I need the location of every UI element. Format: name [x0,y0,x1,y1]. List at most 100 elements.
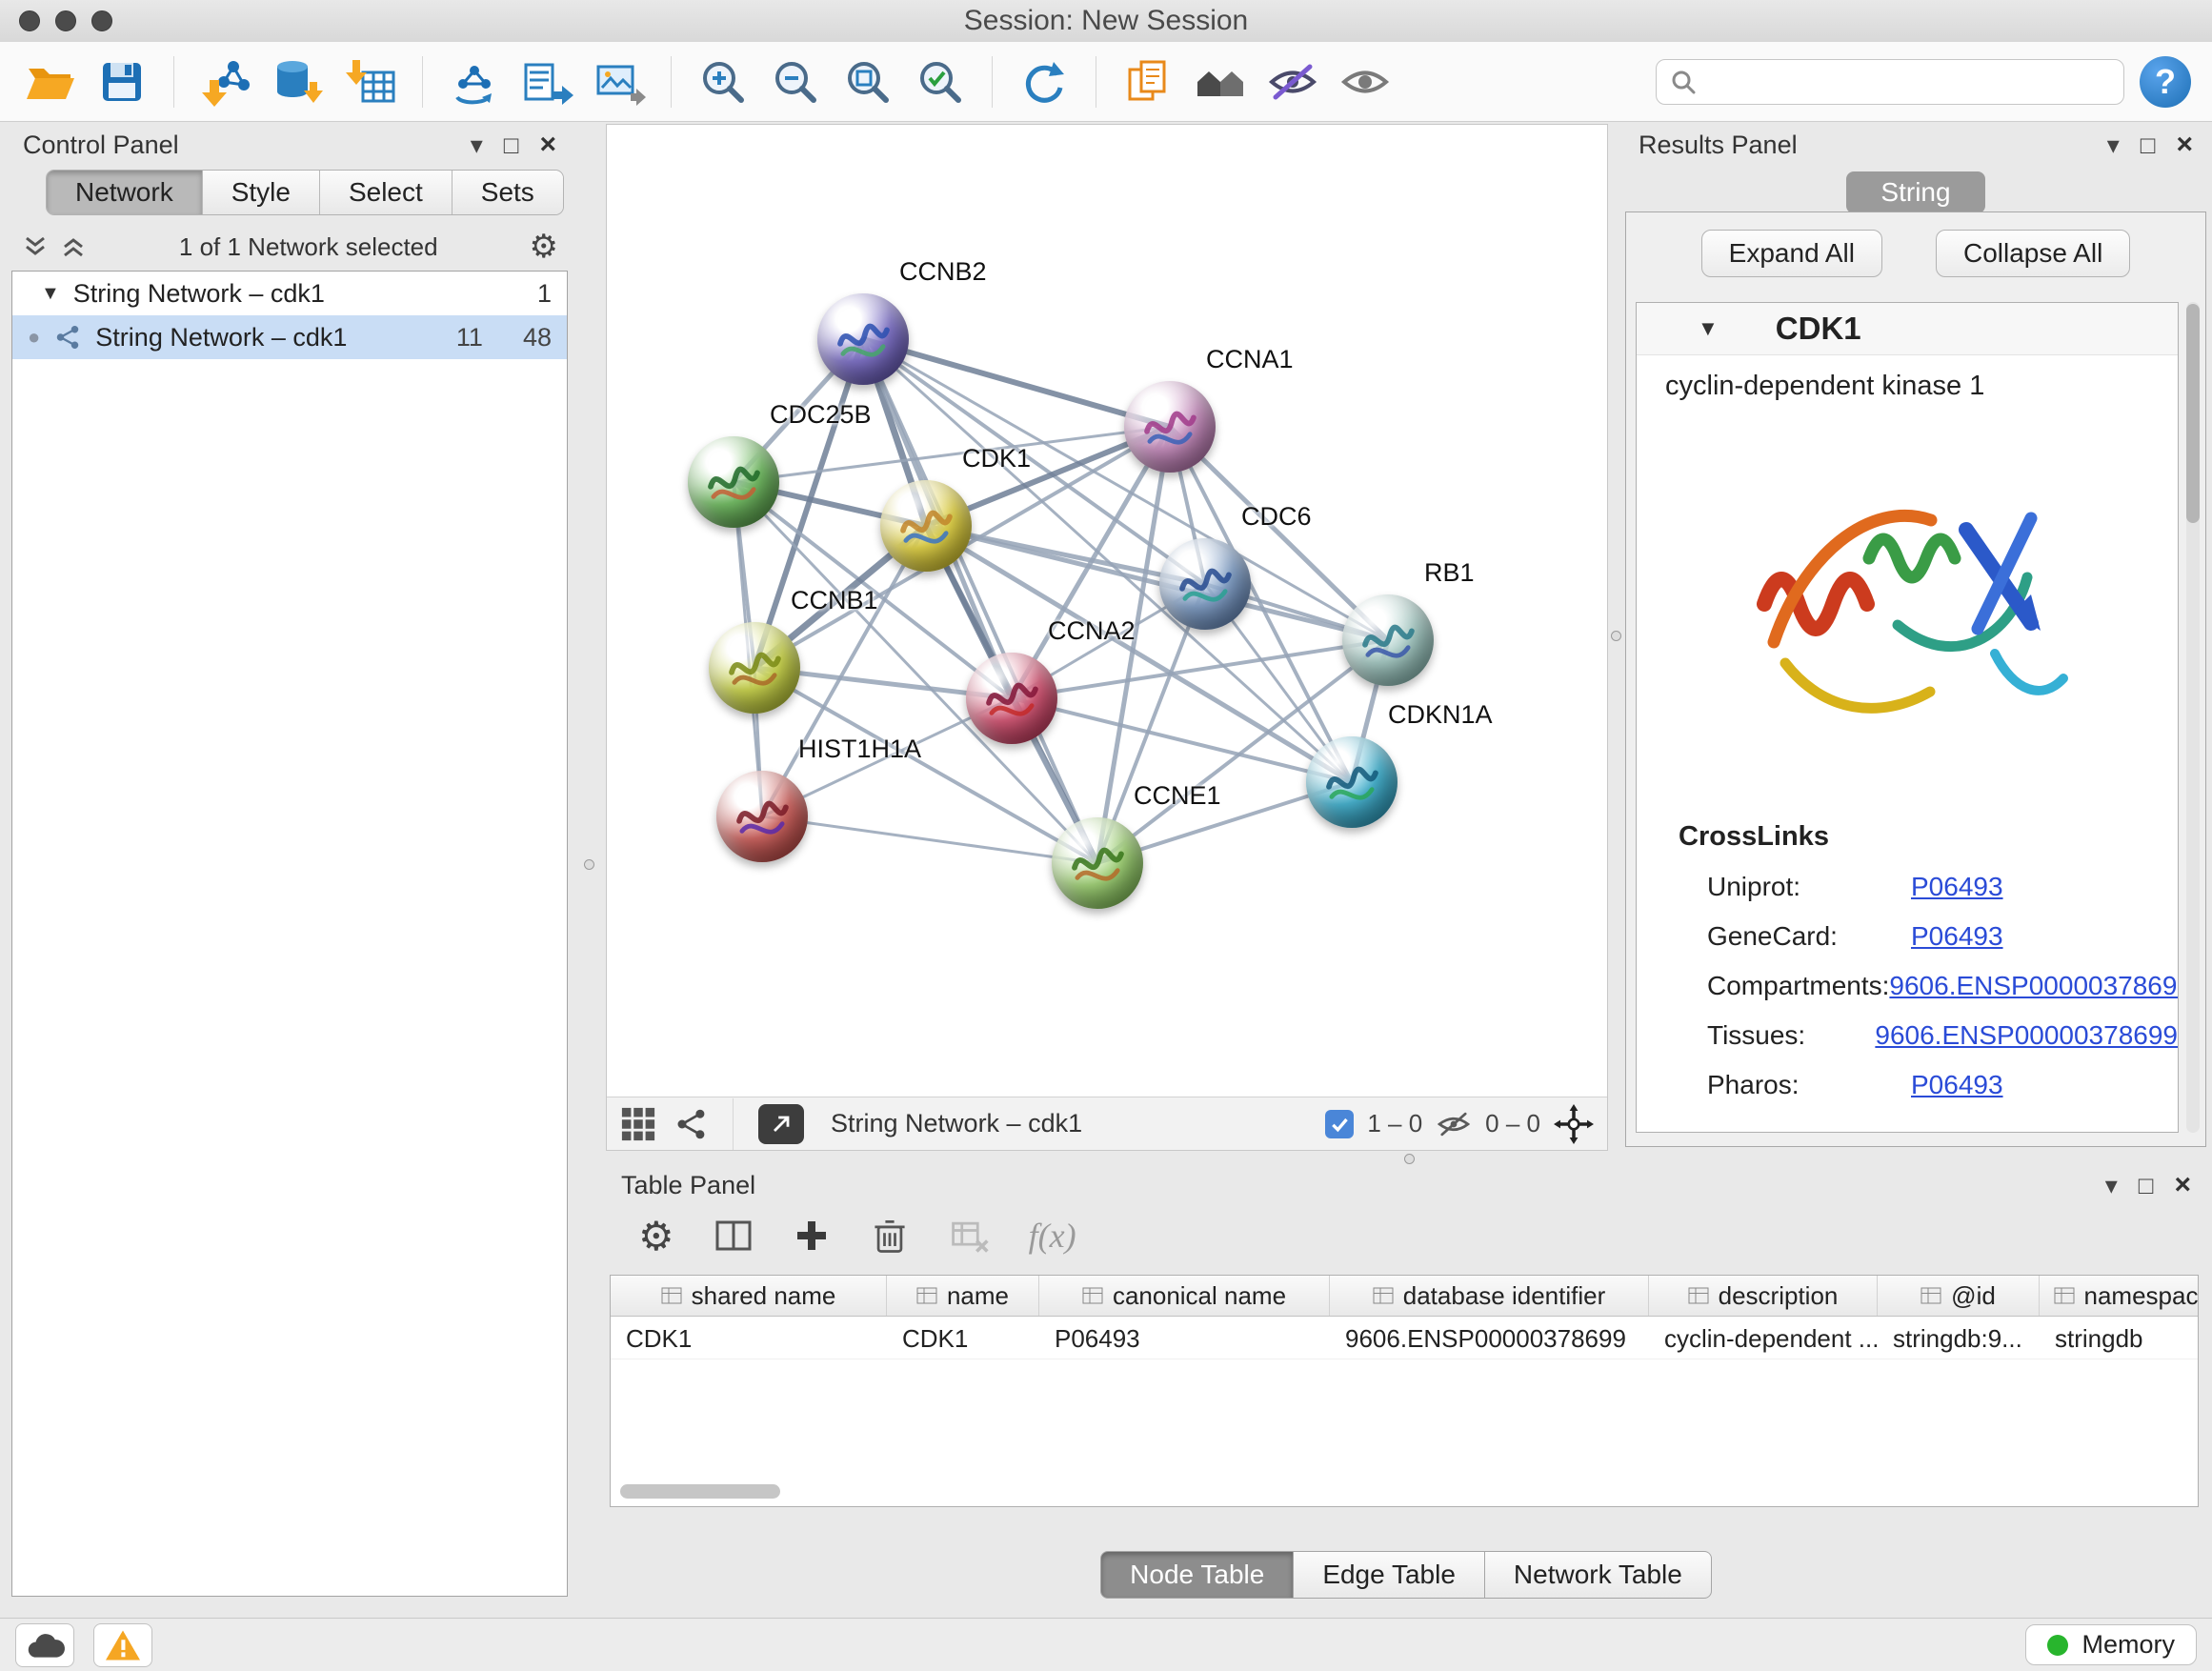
network-canvas[interactable]: CCNB2CCNA1CDC25BCDK1CDC6RB1CCNB1CCNA2CDK… [607,125,1607,1097]
close-panel-icon[interactable]: × [2176,131,2193,159]
network-node-rb1[interactable] [1342,594,1434,686]
network-node-ccne1[interactable] [1052,817,1143,909]
collapse-all-button[interactable]: Collapse All [1936,230,2130,277]
function-builder-button[interactable]: f(x) [1029,1216,1076,1256]
crosslink-value[interactable]: 9606.ENSP00000378699 [1875,1020,2178,1051]
table-cell-shared-name[interactable]: CDK1 [611,1317,887,1359]
help-button[interactable]: ? [2140,56,2191,108]
network-edge[interactable] [926,526,1388,640]
tab-select[interactable]: Select [320,171,452,214]
network-node-cdc25b[interactable] [688,436,779,528]
table-settings-gear-icon[interactable]: ⚙ [638,1213,674,1259]
tab-string[interactable]: String [1846,171,1984,213]
save-session-button[interactable] [93,53,151,111]
expand-all-button[interactable]: Expand All [1701,230,1882,277]
table-cell-namespac[interactable]: stringdb [2040,1317,2199,1359]
hide-selected-button[interactable] [1264,53,1321,111]
tab-network-table[interactable]: Network Table [1485,1551,1712,1599]
maximize-panel-icon[interactable]: □ [2141,132,2156,157]
column-header-shared-name[interactable]: shared name [611,1276,887,1316]
right-splitter-handle[interactable] [1611,631,1621,641]
zoom-fit-button[interactable] [839,53,896,111]
network-collection-row[interactable]: ▼ String Network – cdk1 1 [12,272,567,315]
search-input[interactable] [1706,66,2110,97]
table-cell-canonical-name[interactable]: P06493 [1039,1317,1330,1359]
pan-crosshair-icon[interactable] [1554,1104,1594,1144]
bottom-splitter-handle[interactable] [1404,1154,1415,1164]
window-close-button[interactable] [19,10,40,31]
crosslink-value[interactable]: P06493 [1911,1070,2003,1100]
network-node-cdk1[interactable] [880,480,972,572]
warnings-button[interactable] [93,1623,152,1667]
import-table-button[interactable] [342,53,399,111]
network-row[interactable]: ● String Network – cdk1 11 48 [12,315,567,359]
column-header-name[interactable]: name [887,1276,1039,1316]
export-network-button[interactable] [518,53,575,111]
zoom-in-button[interactable] [694,53,752,111]
network-node-hist1h1a[interactable] [716,771,808,862]
maximize-panel-icon[interactable]: □ [504,132,519,157]
maximize-panel-icon[interactable]: □ [2139,1173,2154,1198]
show-columns-icon[interactable] [713,1215,754,1257]
column-header-canonical-name[interactable]: canonical name [1039,1276,1330,1316]
column-header-description[interactable]: description [1649,1276,1878,1316]
table-cell-description[interactable]: cyclin-dependent ... [1649,1317,1878,1359]
crosslink-value[interactable]: P06493 [1911,872,2003,902]
tab-node-table[interactable]: Node Table [1100,1551,1294,1599]
crosslink-value[interactable]: P06493 [1911,921,2003,952]
crosslink-value[interactable]: 9606.ENSP00000378699 [1889,971,2179,1001]
share-network-icon[interactable] [674,1107,708,1141]
delete-column-icon[interactable] [869,1215,911,1257]
tab-edge-table[interactable]: Edge Table [1294,1551,1485,1599]
tab-network[interactable]: Network [47,171,203,214]
import-network-database-button[interactable] [270,53,327,111]
window-minimize-button[interactable] [55,10,76,31]
column-header--id[interactable]: @id [1878,1276,2040,1316]
network-node-cdkn1a[interactable] [1306,736,1398,828]
disclosure-triangle-icon[interactable]: ▼ [41,283,60,305]
clone-network-button[interactable] [446,53,503,111]
float-panel-icon[interactable]: ▾ [2107,132,2120,157]
network-edge[interactable] [762,816,1097,863]
tab-style[interactable]: Style [203,171,320,214]
zoom-out-button[interactable] [767,53,824,111]
expand-all-icon[interactable] [59,232,88,261]
add-column-icon[interactable] [793,1217,831,1255]
column-header-database-identifier[interactable]: database identifier [1330,1276,1649,1316]
zoom-selected-button[interactable] [912,53,969,111]
results-scrollbar[interactable] [2186,302,2200,1133]
network-node-ccna1[interactable] [1124,381,1216,473]
float-panel-icon[interactable]: ▾ [2105,1173,2118,1198]
disclosure-triangle-icon[interactable]: ▼ [1698,316,1719,341]
network-edge[interactable] [863,339,1097,863]
left-splitter-handle[interactable] [584,859,594,870]
gene-card-header[interactable]: ▼ CDK1 [1637,303,2178,355]
tab-sets[interactable]: Sets [452,171,563,214]
open-session-button[interactable] [21,53,78,111]
gear-icon[interactable]: ⚙ [530,228,558,266]
copy-document-button[interactable] [1119,53,1176,111]
table-cell--id[interactable]: stringdb:9... [1878,1317,2040,1359]
first-neighbors-button[interactable] [1192,53,1249,111]
birds-eye-view-icon[interactable] [620,1106,656,1142]
results-scrollbar-thumb[interactable] [2186,304,2200,523]
network-node-ccna2[interactable] [966,653,1057,744]
refresh-view-button[interactable] [1016,53,1073,111]
memory-button[interactable]: Memory [2025,1624,2197,1665]
table-row[interactable]: CDK1CDK1P064939606.ENSP00000378699cyclin… [611,1317,2198,1359]
cloud-status-button[interactable] [15,1623,74,1667]
show-all-button[interactable] [1337,53,1394,111]
table-cell-database-identifier[interactable]: 9606.ENSP00000378699 [1330,1317,1649,1359]
window-zoom-button[interactable] [91,10,112,31]
table-horizontal-scrollbar[interactable] [620,1484,780,1499]
network-node-ccnb2[interactable] [817,293,909,385]
table-cell-name[interactable]: CDK1 [887,1317,1039,1359]
network-node-cdc6[interactable] [1159,538,1251,630]
collapse-all-icon[interactable] [21,232,50,261]
close-panel-icon[interactable]: × [539,131,556,159]
close-panel-icon[interactable]: × [2174,1171,2191,1199]
network-node-ccnb1[interactable] [709,622,800,714]
float-panel-icon[interactable]: ▾ [471,132,483,157]
import-network-file-button[interactable] [197,53,254,111]
selected-checkbox-icon[interactable] [1325,1110,1354,1138]
